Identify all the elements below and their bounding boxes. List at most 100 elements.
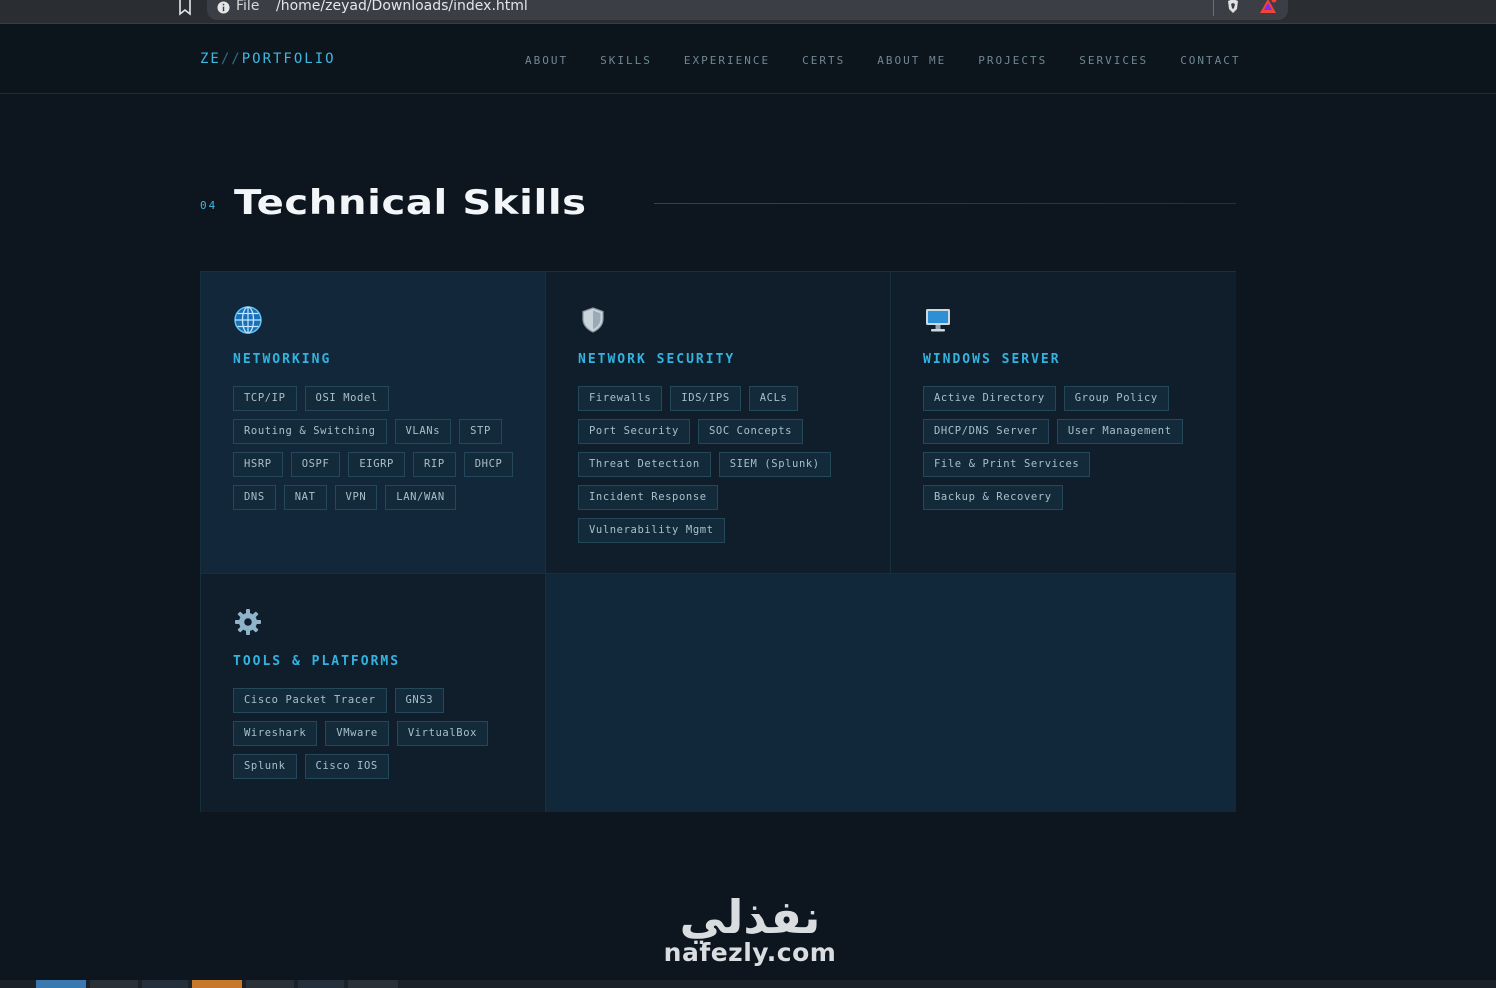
nav-link-skills[interactable]: SKILLS	[600, 54, 652, 67]
logo-prefix: ZE	[200, 51, 221, 67]
skill-tag: OSPF	[290, 452, 341, 477]
nav-link-certs[interactable]: CERTS	[802, 54, 845, 67]
skill-tag: Vulnerability Mgmt	[578, 518, 725, 543]
skill-tag: Incident Response	[578, 485, 718, 510]
skill-tag: DHCP/DNS Server	[923, 419, 1049, 444]
desktop-computer-icon	[926, 309, 950, 332]
card-title: TOOLS & PLATFORMS	[233, 654, 401, 669]
skill-tag: TCP/IP	[233, 386, 297, 411]
card-title: NETWORKING	[233, 352, 332, 367]
skill-tag: GNS3	[394, 688, 445, 713]
skill-tag: Port Security	[578, 419, 690, 444]
taskbar-app-icon[interactable]	[246, 980, 294, 988]
skill-tag: ACLs	[748, 386, 799, 411]
skill-tag: File & Print Services	[923, 452, 1091, 477]
nafezly-watermark: نفذلي nafezly.com	[650, 890, 850, 967]
grid-empty-panel	[546, 574, 1236, 812]
nav-link-about-me[interactable]: ABOUT ME	[877, 54, 946, 67]
section-title: Technical Skills	[234, 183, 587, 223]
skill-tag: IDS/IPS	[670, 386, 741, 411]
url-text[interactable]: /home/zeyad/Downloads/index.html	[276, 0, 528, 14]
url-divider	[1213, 0, 1214, 16]
site-logo[interactable]: ZE//PORTFOLIO	[200, 51, 336, 67]
skill-tag: HSRP	[233, 452, 283, 477]
watermark-arabic: نفذلي	[679, 890, 821, 944]
skill-tag: Firewalls	[578, 386, 663, 411]
skill-tag: Active Directory	[923, 386, 1056, 411]
skill-card-network-security: NETWORK SECURITY Firewalls IDS/IPS ACLs …	[546, 272, 891, 574]
tag-row: Active Directory Group Policy	[923, 386, 1223, 411]
tag-row: Incident Response	[578, 485, 878, 510]
skill-tag: VirtualBox	[396, 721, 489, 746]
skill-tag: Group Policy	[1063, 386, 1169, 411]
tag-row: File & Print Services	[923, 452, 1223, 477]
tag-row: Cisco Packet Tracer GNS3	[233, 688, 533, 713]
nav-link-contact[interactable]: CONTACT	[1180, 54, 1240, 67]
skill-tag: VPN	[334, 485, 378, 510]
nav-links: ABOUT SKILLS EXPERIENCE CERTS ABOUT ME P…	[525, 54, 1241, 67]
skill-tag: Cisco IOS	[304, 754, 389, 779]
taskbar-app-icon[interactable]	[348, 980, 398, 988]
nav-link-projects[interactable]: PROJECTS	[978, 54, 1047, 67]
logo-slashes: //	[220, 51, 242, 67]
skill-tag: DNS	[233, 485, 276, 510]
url-scheme: File	[236, 0, 260, 14]
tag-list: TCP/IP OSI Model Routing & Switching VLA…	[233, 386, 533, 518]
skill-card-windows-server: WINDOWS SERVER Active Directory Group Po…	[891, 272, 1236, 574]
skill-tag: SOC Concepts	[697, 419, 804, 444]
tag-row: Routing & Switching VLANs STP	[233, 419, 533, 444]
tag-list: Cisco Packet Tracer GNS3 Wireshark VMwar…	[233, 688, 533, 787]
bookmark-icon[interactable]	[177, 0, 193, 16]
skill-tag: Wireshark	[233, 721, 318, 746]
tag-row: TCP/IP OSI Model	[233, 386, 533, 411]
skill-card-networking: NETWORKING TCP/IP OSI Model Routing & Sw…	[201, 272, 546, 574]
tag-row: DNS NAT VPN LAN/WAN	[233, 485, 533, 510]
tag-row: DHCP/DNS Server User Management	[923, 419, 1223, 444]
tag-row: Splunk Cisco IOS	[233, 754, 533, 779]
logo-suffix: PORTFOLIO	[241, 51, 336, 67]
nav-link-about[interactable]: ABOUT	[525, 54, 568, 67]
address-bar[interactable]: File /home/zeyad/Downloads/index.html	[207, 0, 1288, 20]
skill-tag: User Management	[1056, 419, 1183, 444]
tag-list: Active Directory Group Policy DHCP/DNS S…	[923, 386, 1223, 518]
tag-row: Threat Detection SIEM (Splunk)	[578, 452, 878, 477]
section-divider	[654, 203, 1236, 204]
skill-tag: DHCP	[463, 452, 514, 477]
tag-row: Vulnerability Mgmt	[578, 518, 878, 543]
skill-tag: Splunk	[233, 754, 297, 779]
skill-tag: NAT	[283, 485, 327, 510]
info-icon[interactable]	[217, 1, 230, 14]
skill-tag: STP	[459, 419, 502, 444]
nav-link-experience[interactable]: EXPERIENCE	[684, 54, 770, 67]
skill-card-tools-platforms: TOOLS & PLATFORMS Cisco Packet Tracer GN…	[201, 574, 546, 812]
tag-row: Firewalls IDS/IPS ACLs	[578, 386, 878, 411]
skill-tag: Routing & Switching	[233, 419, 387, 444]
brave-shield-icon[interactable]	[1226, 0, 1240, 13]
skill-tag: Backup & Recovery	[923, 485, 1063, 510]
nav-link-services[interactable]: SERVICES	[1079, 54, 1148, 67]
taskbar-app-icon[interactable]	[192, 980, 242, 988]
card-title: WINDOWS SERVER	[923, 352, 1061, 367]
skill-tag: VLANs	[394, 419, 452, 444]
card-title: NETWORK SECURITY	[578, 352, 736, 367]
skill-tag: OSI Model	[304, 386, 389, 411]
skill-tag: SIEM (Splunk)	[718, 452, 831, 477]
skill-tag: LAN/WAN	[385, 485, 456, 510]
tag-row: Port Security SOC Concepts	[578, 419, 878, 444]
taskbar-app-icon[interactable]	[36, 980, 86, 988]
tag-row: HSRP OSPF EIGRP RIP DHCP	[233, 452, 533, 477]
tag-row: Wireshark VMware VirtualBox	[233, 721, 533, 746]
taskbar-app-icon[interactable]	[90, 980, 138, 988]
globe-icon	[234, 306, 262, 334]
gear-icon	[235, 609, 261, 635]
taskbar-app-icon[interactable]	[298, 980, 344, 988]
tag-row: Backup & Recovery	[923, 485, 1223, 510]
section-number: 04	[200, 199, 218, 212]
taskbar-app-icon[interactable]	[142, 980, 188, 988]
watermark-latin: nafezly.com	[663, 938, 837, 967]
skill-tag: EIGRP	[348, 452, 405, 477]
site-header: ZE//PORTFOLIO ABOUT SKILLS EXPERIENCE CE…	[0, 25, 1496, 94]
skills-grid: NETWORKING TCP/IP OSI Model Routing & Sw…	[200, 271, 1236, 812]
skill-tag: RIP	[412, 452, 456, 477]
brave-rewards-icon[interactable]	[1259, 0, 1277, 14]
